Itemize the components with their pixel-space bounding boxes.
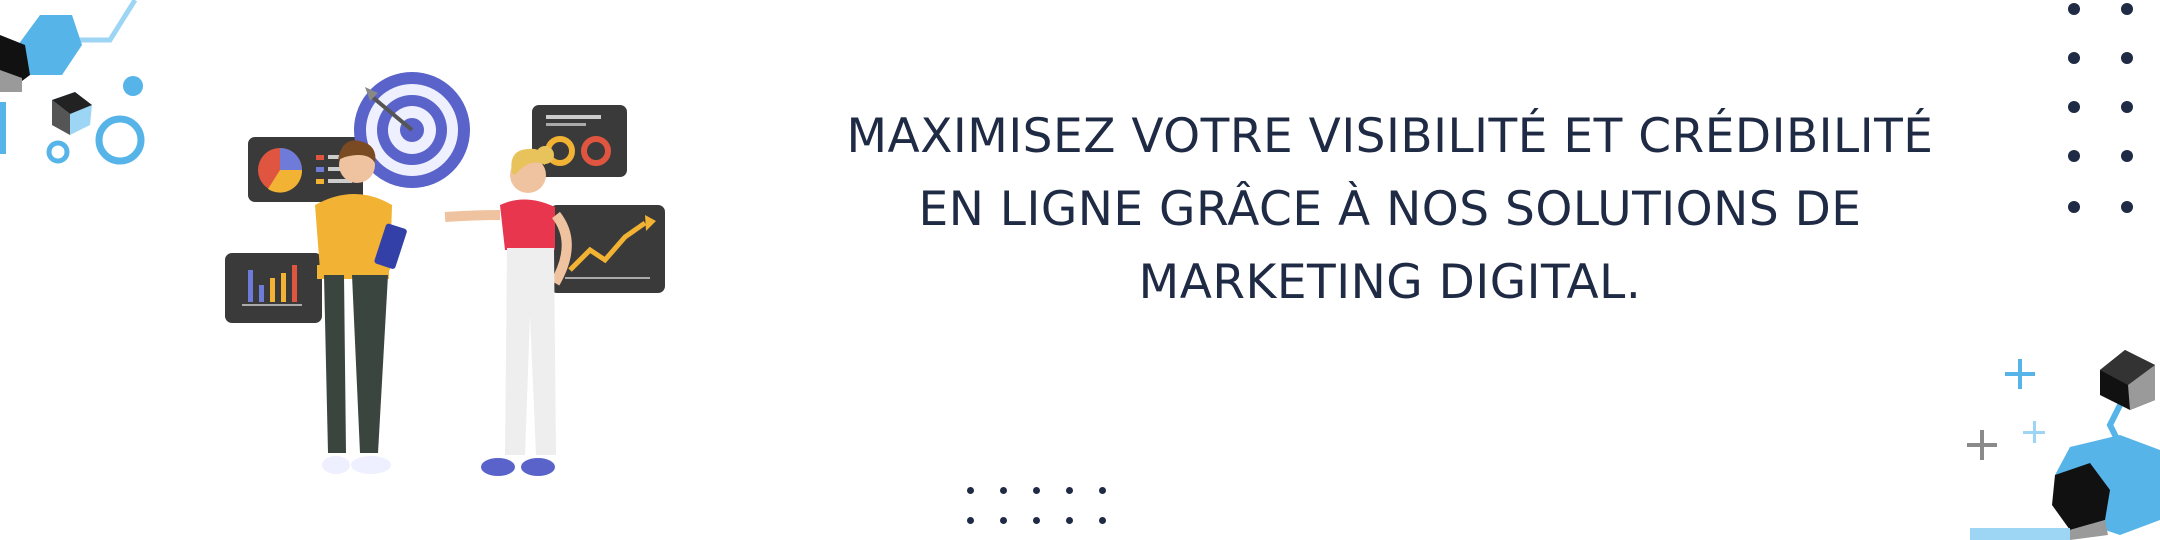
plus-icon [1967, 430, 1997, 460]
decor-line [70, 0, 138, 43]
decor-dot [1000, 517, 1007, 524]
decor-bottom-right [1967, 350, 2160, 540]
bar-chart-card [225, 253, 322, 323]
decor-dot [2121, 3, 2133, 15]
decor-dot [1000, 487, 1007, 494]
decor-dot [2121, 201, 2133, 213]
decor-dot [2068, 201, 2080, 213]
headline-line-2: EN LIGNE GRÂCE À NOS SOLUTIONS DE [918, 182, 1862, 237]
decor-ring [95, 115, 145, 165]
decor-dot [1066, 517, 1073, 524]
decor-dot [1033, 487, 1040, 494]
decor-circle [123, 76, 143, 96]
headline-line-1: MAXIMISEZ VOTRE VISIBILITÉ ET CRÉDIBILIT… [846, 109, 1934, 164]
decor-dot [2068, 52, 2080, 64]
decor-dot [1066, 487, 1073, 494]
headline-line-3: MARKETING DIGITAL. [1138, 255, 1642, 310]
headline: MAXIMISEZ VOTRE VISIBILITÉ ET CRÉDIBILIT… [820, 100, 1960, 319]
decor-dot [1099, 517, 1106, 524]
decor-dot [2068, 3, 2080, 15]
decor-dot [1033, 517, 1040, 524]
decor-top-left [0, 0, 145, 165]
decor-ring [46, 140, 70, 164]
decor-dot [2121, 150, 2133, 162]
decor-dot [2068, 150, 2080, 162]
decor-dot [2121, 52, 2133, 64]
donut-chart-card [532, 105, 627, 177]
illustration [225, 72, 665, 476]
decor-dot [1099, 487, 1106, 494]
plus-icon [2023, 421, 2045, 443]
decor-dot [2121, 101, 2133, 113]
decor-dot [2068, 101, 2080, 113]
woman-figure [444, 146, 572, 476]
decor-dot [967, 487, 974, 494]
plus-icon [2005, 359, 2035, 389]
decor-dot [967, 517, 974, 524]
